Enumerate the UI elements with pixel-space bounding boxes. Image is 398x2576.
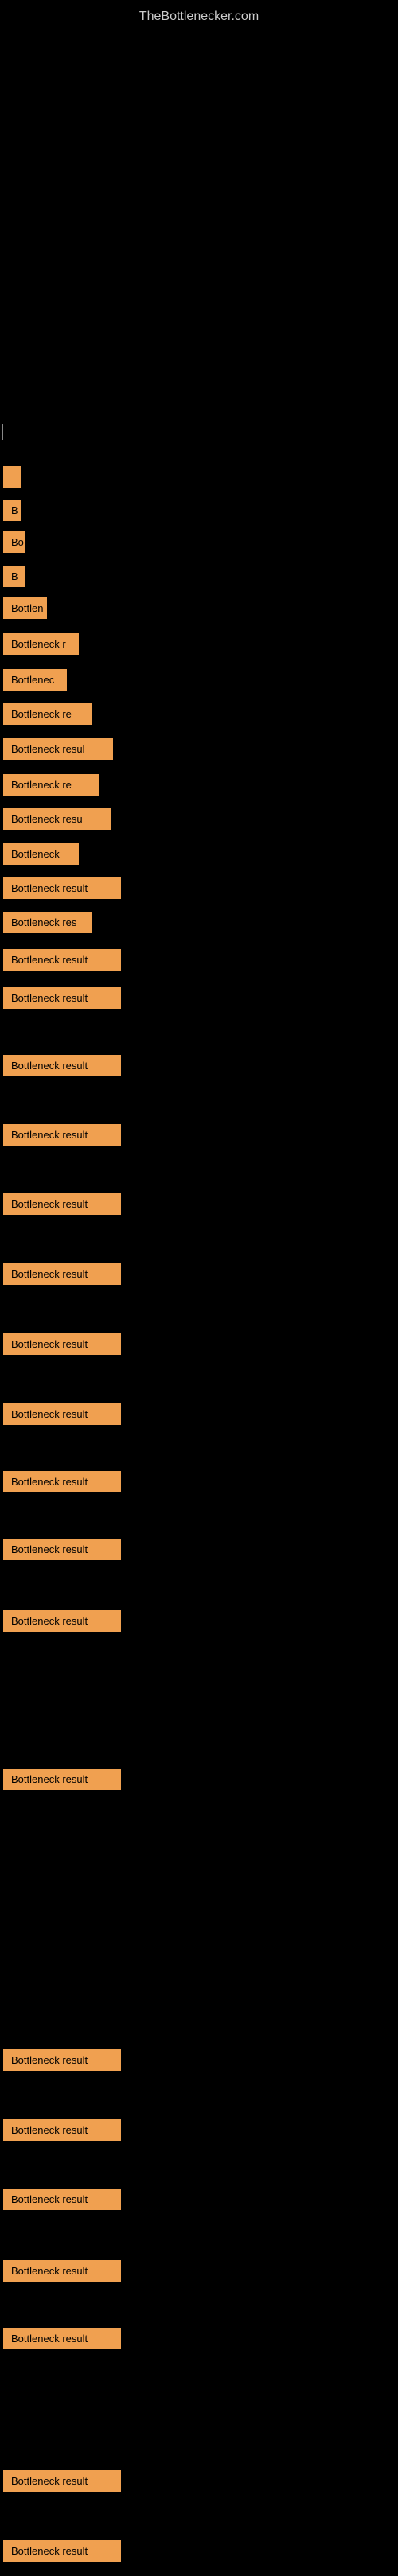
site-title: TheBottlenecker.com: [0, 0, 398, 30]
list-item: Bottleneck result: [2, 2254, 123, 2292]
list-item: Bottleneck re: [2, 697, 94, 735]
bottleneck-bar: Bottleneck res: [3, 912, 92, 933]
bottleneck-bar: Bottleneck: [3, 843, 79, 865]
list-item: Bottleneck result: [2, 2043, 123, 2081]
list-item: Bottleneck result: [2, 943, 123, 981]
bottleneck-bar: B: [3, 500, 21, 521]
bottleneck-bar: Bottleneck result: [3, 1193, 121, 1215]
bottleneck-bar: Bottleneck result: [3, 1263, 121, 1285]
list-item: Bottleneck re: [2, 768, 100, 806]
list-item: Bottleneck: [2, 837, 80, 875]
bottleneck-bar: B: [3, 566, 25, 587]
bottleneck-bar: Bottleneck result: [3, 1471, 121, 1492]
list-item: Bottleneck result: [2, 2464, 123, 2502]
list-item: Bottleneck result: [2, 2321, 123, 2360]
bottleneck-bar: Bottleneck result: [3, 1539, 121, 1560]
bottleneck-bar: Bottleneck r: [3, 633, 79, 655]
list-item: Bottleneck result: [2, 1257, 123, 1295]
bottleneck-bar: Bottleneck result: [3, 1403, 121, 1425]
list-item: Bottleneck result: [2, 1049, 123, 1087]
bottleneck-bar: Bottleneck result: [3, 2470, 121, 2492]
bottleneck-bar: Bottleneck result: [3, 2328, 121, 2349]
list-item: Bottleneck result: [2, 1604, 123, 1642]
bottleneck-bar: Bottleneck result: [3, 1124, 121, 1146]
list-item: Bottleneck res: [2, 905, 94, 944]
list-item: Bottleneck resul: [2, 732, 115, 770]
list-item: Bottleneck result: [2, 1118, 123, 1156]
bottleneck-bar: Bo: [3, 531, 25, 553]
list-item: Bottleneck result: [2, 2182, 123, 2220]
list-item: Bottleneck resu: [2, 802, 113, 840]
list-item: Bo: [2, 525, 27, 563]
bottleneck-bar: Bottleneck resul: [3, 738, 113, 760]
bottleneck-bar: [3, 466, 21, 488]
list-item: Bottlenec: [2, 663, 68, 701]
list-item: Bottleneck result: [2, 1187, 123, 1225]
list-item: Bottleneck result: [2, 1532, 123, 1570]
list-item: Bottlen: [2, 591, 49, 629]
list-item: Bottleneck r: [2, 627, 80, 665]
bottleneck-bar: Bottleneck result: [3, 2049, 121, 2071]
bottleneck-bar: Bottleneck result: [3, 949, 121, 971]
list-item: Bottleneck result: [2, 981, 123, 1019]
list-item: Bottleneck result: [2, 1465, 123, 1503]
list-item: Bottleneck result: [2, 871, 123, 909]
bottleneck-bar: Bottleneck result: [3, 2540, 121, 2562]
bottleneck-bar: Bottleneck re: [3, 703, 92, 725]
list-item: Bottleneck result: [2, 2534, 123, 2572]
bottleneck-bar: Bottleneck result: [3, 2260, 121, 2282]
cursor-line: [2, 424, 3, 440]
list-item: Bottleneck result: [2, 1327, 123, 1365]
list-item: Bottleneck result: [2, 1397, 123, 1435]
bottleneck-bar: Bottleneck result: [3, 987, 121, 1009]
bottleneck-bar: Bottleneck result: [3, 2189, 121, 2210]
bottleneck-bar: Bottleneck re: [3, 774, 99, 796]
bottleneck-bar: Bottleneck result: [3, 1333, 121, 1355]
bottleneck-bar: Bottleneck result: [3, 1610, 121, 1632]
bottleneck-bar: Bottleneck resu: [3, 808, 111, 830]
list-item: [2, 460, 22, 498]
bottleneck-bar: Bottleneck result: [3, 877, 121, 899]
bottleneck-bar: Bottlenec: [3, 669, 67, 691]
bottleneck-bar: Bottleneck result: [3, 1055, 121, 1076]
list-item: Bottleneck result: [2, 1762, 123, 1800]
bottleneck-bar: Bottleneck result: [3, 2119, 121, 2141]
list-item: Bottleneck result: [2, 2113, 123, 2151]
bottleneck-bar: Bottlen: [3, 597, 47, 619]
bottleneck-bar: Bottleneck result: [3, 1769, 121, 1790]
content-area: B Bo B Bottlen Bottleneck r Bottlenec Bo…: [0, 30, 398, 2576]
